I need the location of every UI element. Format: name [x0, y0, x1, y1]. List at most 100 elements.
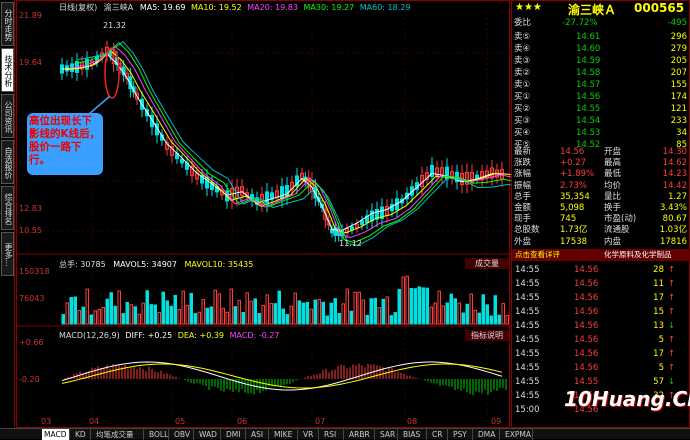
indicator-tab[interactable]: BIAS: [401, 429, 427, 440]
detail-link[interactable]: 点击查看详评: [515, 249, 560, 261]
ask-price: 14.59: [576, 56, 601, 66]
indicator-tab[interactable]: SAR: [378, 429, 398, 440]
volume-bar: [421, 287, 425, 325]
ask-row: 卖⑤ 14.61 296: [514, 31, 689, 43]
quote-label-b: 最高: [604, 158, 622, 169]
quote-label-a: 涨幅: [514, 169, 532, 180]
bid-level: 买④: [514, 128, 531, 138]
quote-label-b: 量比: [604, 191, 622, 202]
mavol5-label: MAVOL5: 34907: [113, 260, 177, 269]
volume-bar: [397, 288, 401, 325]
volume-bar: [245, 292, 249, 325]
indicator-tab[interactable]: ASI: [249, 429, 269, 440]
tick-time: 14:55: [515, 391, 540, 401]
indicator-tab[interactable]: ARBR: [347, 429, 375, 440]
indicator-tab[interactable]: MACD: [42, 429, 70, 440]
quote-label-a: 金额: [514, 203, 532, 213]
volume-bar: [253, 298, 257, 325]
tab-more[interactable]: 更多...: [1, 232, 14, 276]
tab-company-info[interactable]: 公司资讯: [1, 94, 14, 138]
quote-panel: ★★★ 渝三峡Ａ 000565 委比 -27.72% -495 卖⑤ 14.61 2…: [511, 0, 690, 428]
volume-bar: [337, 313, 341, 325]
tick-volume: 13: [653, 321, 664, 331]
quote-row: 涨幅 +1.89% 最低 14.23: [514, 168, 689, 180]
macd-value-label: MACD: -0.27: [229, 331, 280, 340]
quote-value-b: 3.43%: [659, 203, 687, 213]
quote-label-b: 均价: [604, 180, 622, 191]
quote-label-b: 开盘: [604, 147, 622, 157]
volume-bar: [305, 301, 309, 325]
indicator-tab[interactable]: WAD: [197, 429, 221, 440]
ask-row: 卖② 14.58 207: [514, 67, 689, 79]
indicator-tab[interactable]: RSI: [322, 429, 344, 440]
volume-bar: [369, 298, 373, 325]
volume-bar: [93, 310, 97, 325]
tick-time: 14:55: [515, 363, 540, 373]
volume-bar: [237, 299, 241, 325]
quote-row: 现手 745 市盈(动) 80.67: [514, 213, 689, 225]
volume-bar: [501, 303, 505, 325]
quote-label-a: 总手: [514, 191, 532, 202]
macd-tick-top: +0.66: [19, 338, 44, 347]
volume-bar: [325, 315, 329, 325]
indicator-tab[interactable]: BOLL: [147, 429, 169, 440]
indicator-tab[interactable]: VR: [301, 429, 319, 440]
volume-bar: [201, 299, 205, 325]
volume-bar: [445, 302, 449, 325]
volume-bar: [461, 312, 465, 325]
volume-bar: [505, 315, 509, 325]
indicator-tab[interactable]: 均笔成交量: [94, 429, 144, 440]
volume-bar: [389, 315, 393, 325]
moving-average-line: [65, 50, 511, 234]
quote-value-a: 17538: [560, 236, 588, 247]
mavol10-label: MAVOL10: 35435: [184, 260, 254, 269]
volume-bar: [425, 287, 429, 325]
indicator-tab[interactable]: KD: [73, 429, 91, 440]
tick-row: 14:55 14.56 28 ↑: [512, 263, 690, 277]
indicator-tab[interactable]: CR: [430, 429, 448, 440]
tick-row: 14:55 14.56 11 ↑: [512, 277, 690, 291]
indicator-tab[interactable]: EXPMA: [503, 429, 533, 440]
quote-value-b: 1.27: [668, 191, 687, 202]
volume-bar: [261, 304, 265, 325]
volume-bar: [249, 300, 253, 325]
quote-label-b: 市盈(动): [604, 214, 637, 225]
tick-price: 14.56: [574, 349, 599, 359]
volume-bar: [149, 304, 153, 325]
volume-bar: [341, 303, 345, 325]
indicator-help-tab[interactable]: 指标说明: [465, 330, 509, 341]
quote-value-b: 14.62: [662, 158, 687, 169]
ma60-label: MA60: 18.29: [359, 3, 411, 12]
order-ratio-label: 委比: [514, 18, 532, 28]
volume-bar: [373, 297, 377, 325]
tick-time: 15:00: [515, 405, 540, 415]
volume-bar: [65, 302, 69, 325]
quote-value-b: 14.23: [662, 169, 687, 180]
indicator-tab[interactable]: MIKE: [272, 429, 298, 440]
industry-label[interactable]: 化学原料及化学制品: [604, 249, 672, 261]
volume-bar: [137, 313, 141, 325]
tab-technical[interactable]: 技术分析: [1, 48, 14, 92]
bid-volume: 34: [676, 128, 687, 138]
tab-ranking[interactable]: 综合排名: [1, 186, 14, 230]
tab-intraday[interactable]: 分时走势: [1, 2, 14, 46]
volume-bar: [101, 306, 105, 325]
tick-direction-icon: ↑: [668, 307, 676, 317]
indicator-tab[interactable]: PSY: [451, 429, 473, 440]
volume-bar: [377, 307, 381, 325]
volume-bar: [153, 304, 157, 325]
low-price-label: 11.12: [339, 239, 362, 248]
quote-label-a: 总股数: [514, 225, 540, 236]
quote-value-a: 1.73亿: [560, 225, 588, 236]
volume-bar: [429, 306, 433, 325]
volume-bar: [473, 309, 477, 325]
volume-tab[interactable]: 成交量: [465, 258, 509, 269]
order-ratio-value: -27.72%: [562, 18, 598, 28]
indicator-tab[interactable]: OBV: [172, 429, 194, 440]
ask-price: 14.57: [576, 80, 601, 90]
indicator-tab[interactable]: DMA: [476, 429, 500, 440]
tick-time: 14:55: [515, 335, 540, 345]
indicator-tab[interactable]: DMI: [224, 429, 246, 440]
tab-watchlist[interactable]: 自选报价: [1, 140, 14, 184]
bid-volume: 174: [670, 92, 687, 102]
